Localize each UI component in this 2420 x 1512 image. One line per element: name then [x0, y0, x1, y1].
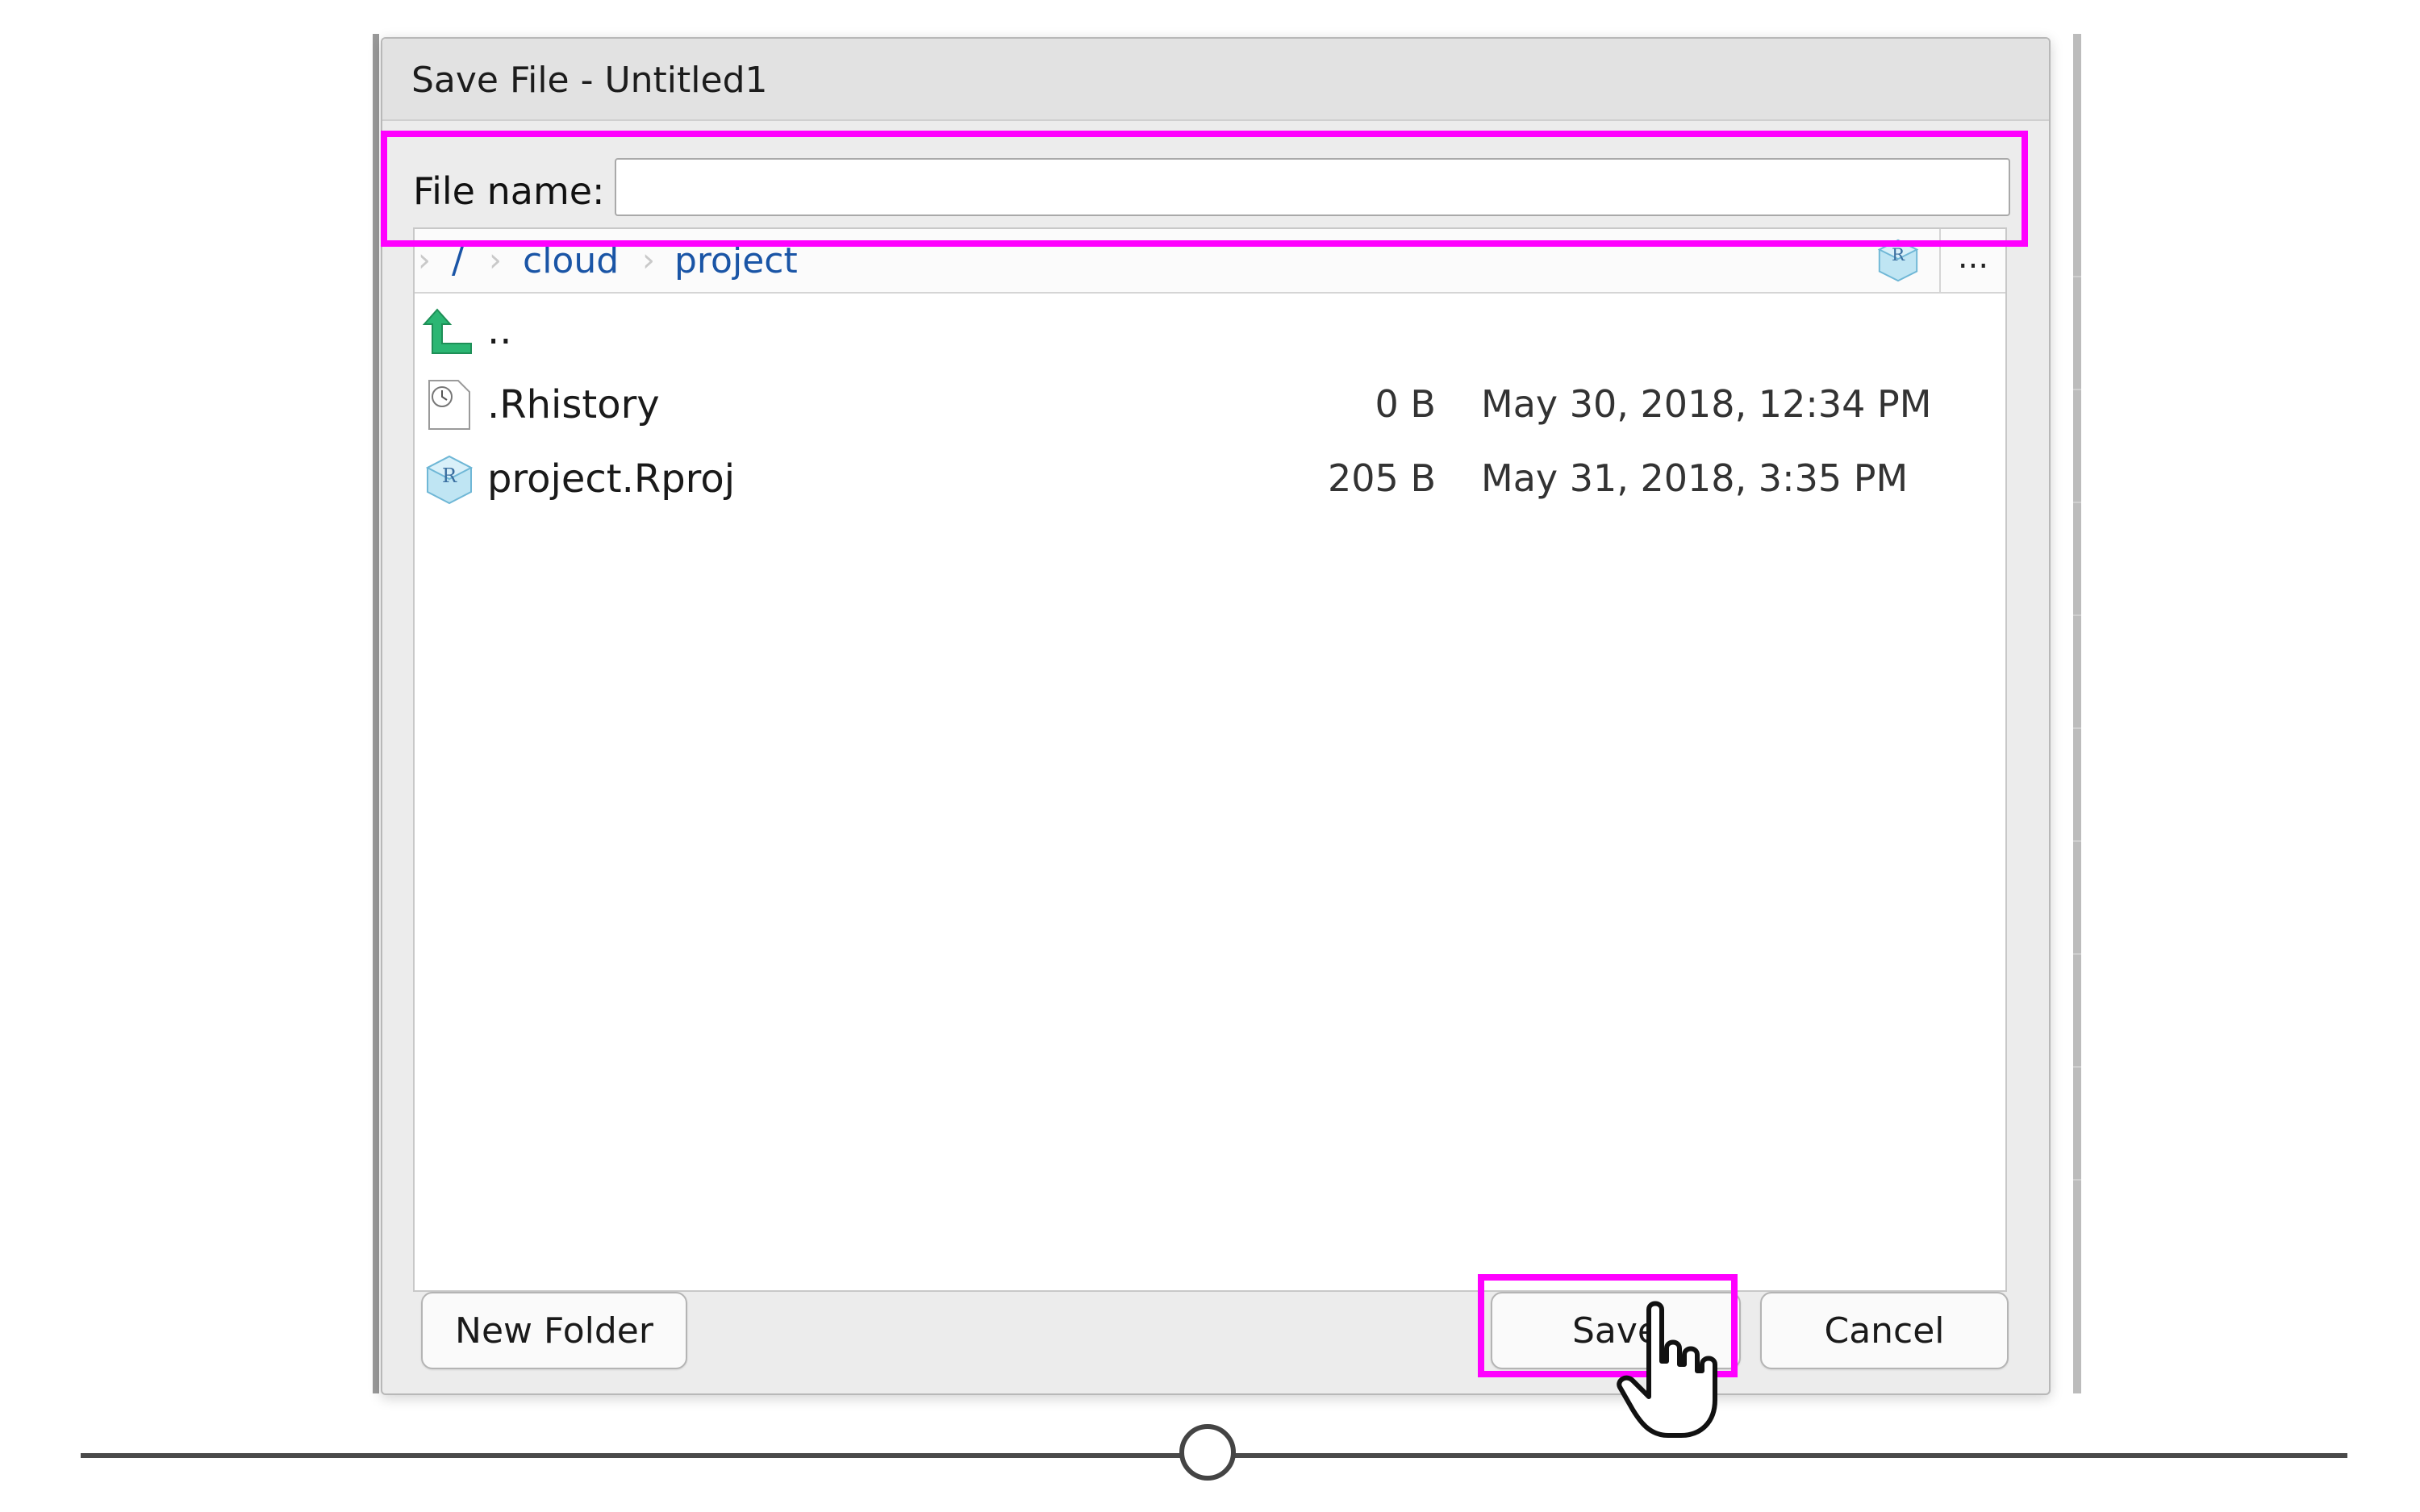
dialog-titlebar: Save File - Untitled1	[382, 39, 2049, 121]
background-divider	[2073, 502, 2081, 503]
background-divider	[2073, 276, 2081, 277]
file-name: project.Rproj	[487, 456, 736, 502]
background-divider	[2073, 840, 2081, 842]
timeline-knob[interactable]	[1179, 1424, 1236, 1481]
background-divider	[2073, 1179, 2081, 1181]
breadcrumb-cloud[interactable]: cloud	[523, 240, 619, 281]
cancel-button[interactable]: Cancel	[1760, 1292, 2009, 1369]
background-divider	[2073, 953, 2081, 955]
file-modified: May 31, 2018, 3:35 PM	[1481, 456, 1909, 500]
background-divider	[2073, 727, 2081, 729]
file-size: 205 B	[1328, 456, 1436, 500]
history-file-icon	[428, 380, 470, 430]
file-name: .Rhistory	[487, 382, 660, 427]
dialog-title: Save File - Untitled1	[411, 60, 768, 101]
new-folder-button[interactable]: New Folder	[421, 1292, 687, 1369]
save-file-dialog: Save File - Untitled1 File name: › / › c…	[381, 37, 2051, 1395]
file-row-parent[interactable]: ..	[415, 297, 2005, 368]
hand-pointer-icon	[1617, 1301, 1717, 1438]
rproj-icon[interactable]: R	[1875, 237, 1921, 284]
background-divider	[2073, 1066, 2081, 1068]
file-browser: › / › cloud › project R ... .. .Rhistory…	[413, 227, 2007, 1292]
svg-text:R: R	[442, 464, 457, 487]
chevron-right-icon: ›	[489, 242, 502, 279]
breadcrumb-project[interactable]: project	[674, 240, 798, 281]
file-name: ..	[487, 308, 512, 353]
file-row-rhistory[interactable]: .Rhistory 0 B May 30, 2018, 12:34 PM	[415, 371, 2005, 442]
more-options-button[interactable]: ...	[1939, 229, 2005, 292]
rproj-icon: R	[425, 455, 474, 505]
file-size: 0 B	[1375, 382, 1436, 426]
file-modified: May 30, 2018, 12:34 PM	[1481, 382, 1932, 426]
chevron-right-icon: ›	[418, 242, 431, 279]
filename-label: File name:	[413, 169, 605, 213]
background-divider	[2073, 614, 2081, 616]
svg-text:R: R	[1892, 245, 1905, 265]
background-divider	[2073, 389, 2081, 390]
file-row-rproj[interactable]: R project.Rproj 205 B May 31, 2018, 3:35…	[415, 445, 2005, 516]
breadcrumb: › / › cloud › project R ...	[415, 229, 2005, 294]
parent-folder-icon	[423, 308, 472, 354]
chevron-right-icon: ›	[642, 242, 655, 279]
breadcrumb-root[interactable]: /	[452, 240, 464, 281]
filename-input[interactable]	[615, 158, 2010, 216]
